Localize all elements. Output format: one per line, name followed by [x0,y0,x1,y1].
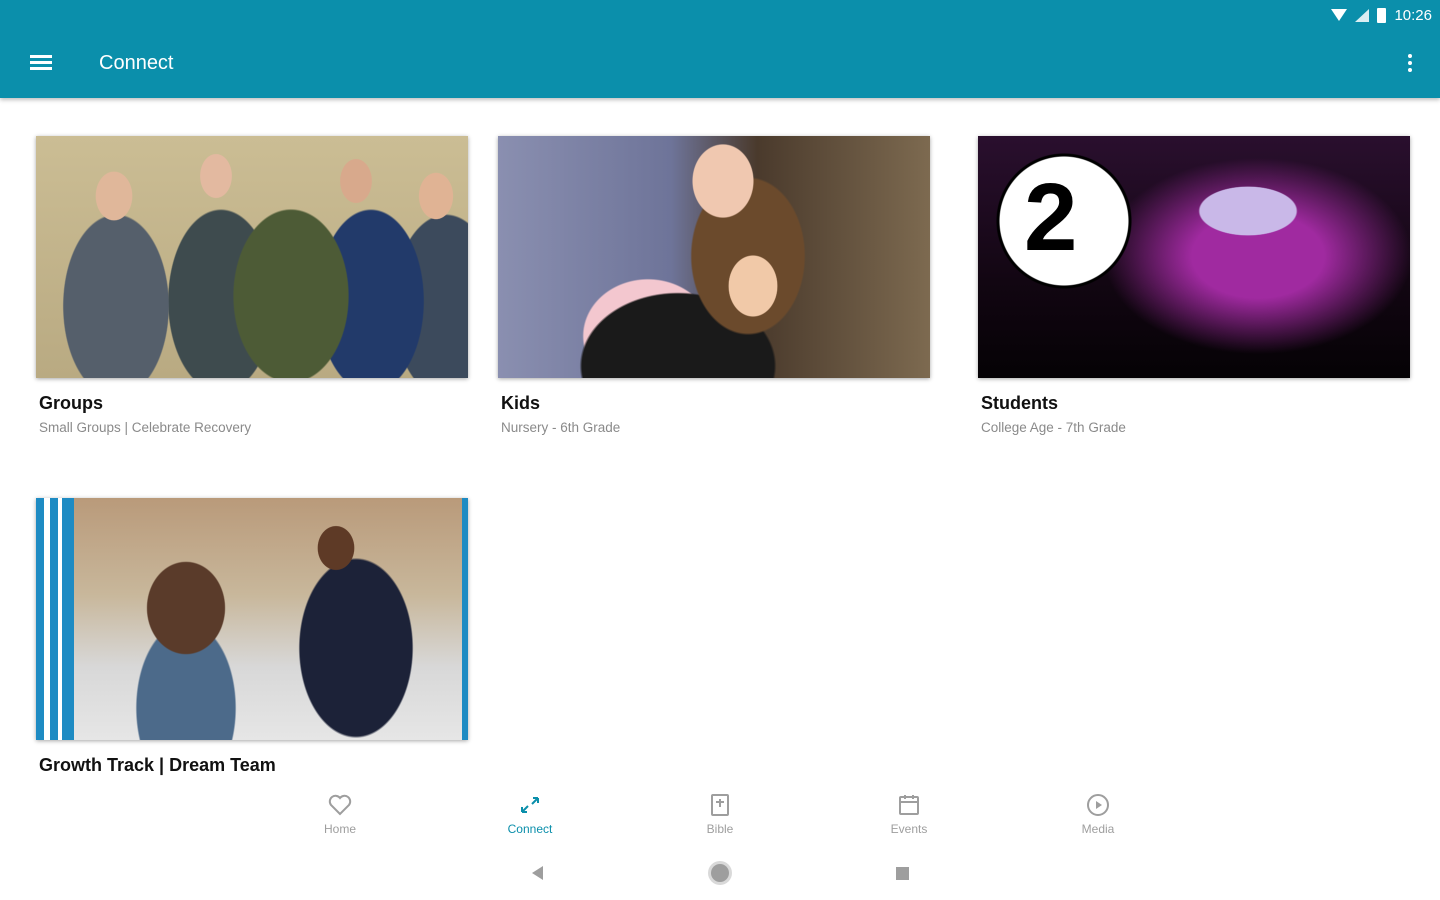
battery-icon [1377,7,1387,23]
card-groups[interactable]: Groups Small Groups | Celebrate Recovery [36,136,468,435]
nav-media[interactable]: Media [1058,792,1138,836]
page-title: Connect [99,52,174,74]
nav-events[interactable]: Events [869,792,949,836]
status-time: 10:26 [1394,6,1432,24]
app-bar: 10:26 Connect [0,0,1440,98]
recent-apps-icon[interactable] [896,867,909,880]
card-subtitle: Nursery - 6th Grade [501,420,621,435]
nav-connect[interactable]: Connect [490,792,570,836]
card-growth-track[interactable]: Growth Track | Dream Team [36,498,468,782]
status-bar: 10:26 [1331,4,1432,26]
card-title: Kids [501,393,541,413]
nav-label: Media [1081,822,1115,836]
bottom-navigation: Home Connect Bible Events Media [0,784,1440,844]
card-title: Growth Track | Dream Team [39,755,276,775]
card-title: Groups [39,393,104,413]
decorative-stripes [36,498,74,740]
nav-label: Home [323,822,356,836]
card-image: 2 [978,136,1410,378]
calendar-icon [869,792,949,818]
wifi-icon [1331,9,1348,21]
home-icon[interactable] [711,864,729,882]
toolbar: Connect [0,36,1440,92]
connect-icon [490,792,570,818]
card-image [36,136,468,378]
students-logo: 2 [1024,164,1078,271]
nav-label: Events [890,822,928,836]
card-kids[interactable]: Kids Nursery - 6th Grade [498,136,930,435]
card-image [498,136,930,378]
more-options-icon[interactable] [1406,54,1414,76]
signal-icon [1355,8,1370,22]
nav-label: Connect [507,822,553,836]
nav-bible[interactable]: Bible [680,792,760,836]
nav-home[interactable]: Home [300,792,380,836]
bible-icon [680,792,760,818]
card-image [36,498,468,740]
heart-icon [300,792,380,818]
menu-icon[interactable] [30,55,52,73]
play-icon [1058,792,1138,818]
content-grid: Groups Small Groups | Celebrate Recovery… [0,98,1440,784]
card-subtitle: College Age - 7th Grade [981,420,1126,435]
card-subtitle: Small Groups | Celebrate Recovery [39,420,252,435]
system-navigation-bar [0,844,1440,900]
back-icon[interactable] [532,866,543,880]
nav-label: Bible [706,822,734,836]
card-title: Students [981,393,1059,413]
card-students[interactable]: 2 Students College Age - 7th Grade [978,136,1410,435]
decorative-stripe [462,498,468,740]
